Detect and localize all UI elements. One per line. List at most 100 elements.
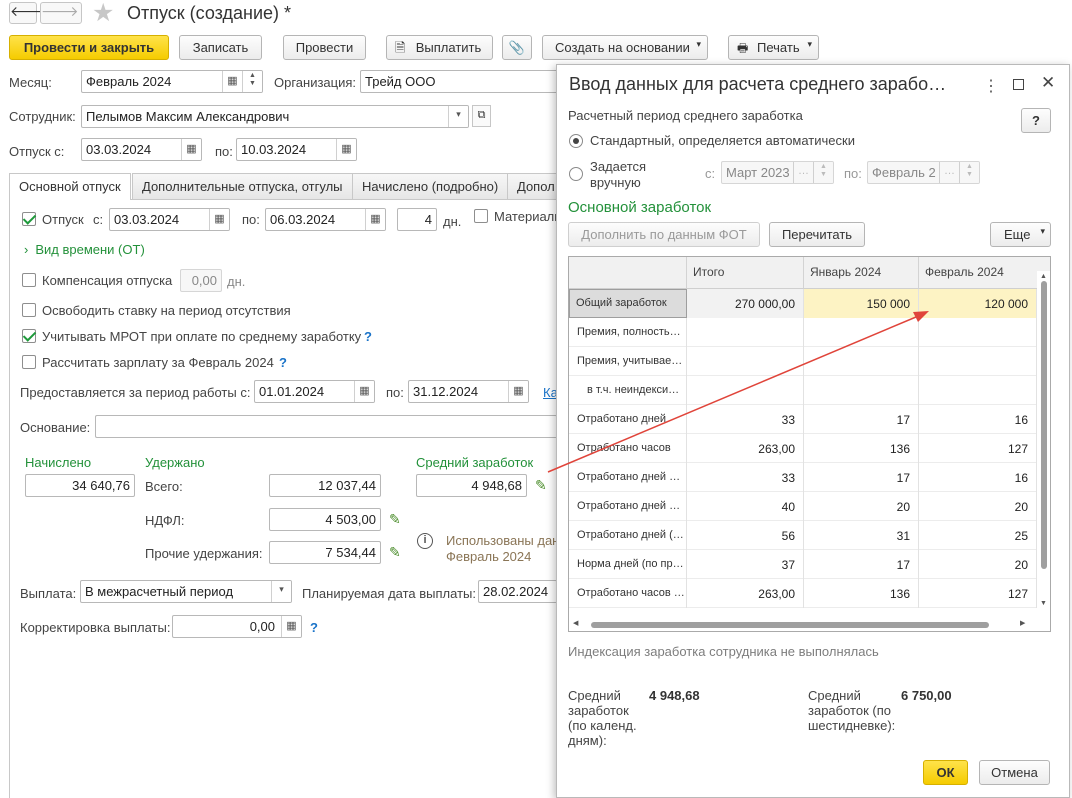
row-january-cell[interactable] bbox=[804, 376, 919, 405]
vertical-scrollbar-down-icon[interactable]: ▼ bbox=[1040, 600, 1047, 607]
row-february-cell[interactable]: 20 bbox=[919, 550, 1037, 579]
row-january-cell[interactable]: 17 bbox=[804, 405, 919, 434]
tab-additional-vacations[interactable]: Дополнительные отпуска, отгулы bbox=[132, 173, 353, 199]
calendar-icon[interactable]: ▦ bbox=[222, 71, 242, 92]
help-button[interactable]: ? bbox=[1021, 108, 1051, 133]
row-total-cell[interactable] bbox=[687, 318, 804, 347]
row-january-cell[interactable]: 31 bbox=[804, 521, 919, 550]
row-total-cell[interactable] bbox=[687, 347, 804, 376]
row-total-cell[interactable]: 33 bbox=[687, 463, 804, 492]
ok-button[interactable]: ОК bbox=[923, 760, 968, 785]
employee-field[interactable]: Пелымов Максим Александрович ▾ bbox=[81, 105, 469, 128]
dropdown-arrow-icon[interactable]: ▾ bbox=[271, 581, 291, 602]
basis-field[interactable] bbox=[95, 415, 557, 438]
vertical-scrollbar-up-icon[interactable]: ▲ bbox=[1040, 273, 1047, 280]
other-withholding-edit-icon[interactable]: ✎ bbox=[389, 544, 401, 561]
row-january-cell[interactable] bbox=[804, 318, 919, 347]
row-total-cell[interactable]: 40 bbox=[687, 492, 804, 521]
back-button[interactable]: 🡐 bbox=[9, 2, 48, 24]
table-row[interactable]: Отработано дней … 33 17 16 bbox=[569, 463, 1037, 492]
mrot-checkbox[interactable] bbox=[22, 329, 36, 343]
horizontal-scrollbar-left-icon[interactable]: ◀ bbox=[573, 619, 578, 627]
work-from-field[interactable]: 01.01.2024 ▦ bbox=[254, 380, 375, 403]
material-aid-checkbox[interactable] bbox=[474, 209, 488, 223]
ndfl-edit-icon[interactable]: ✎ bbox=[389, 511, 401, 528]
row-february-cell[interactable]: 127 bbox=[919, 579, 1037, 608]
spin-icon[interactable]: ▲ ▼ bbox=[242, 71, 262, 92]
create-based-on-button[interactable]: Создать на основании ▾ bbox=[542, 35, 708, 60]
dialog-menu-icon[interactable]: ⋮ bbox=[983, 76, 999, 96]
row-total-cell[interactable]: 263,00 bbox=[687, 579, 804, 608]
vacation-row-from-field[interactable]: 03.03.2024 ▦ bbox=[109, 208, 230, 231]
row-january-cell[interactable]: 17 bbox=[804, 463, 919, 492]
table-row[interactable]: Премия, учитывае… bbox=[569, 347, 1037, 376]
calendar-icon[interactable]: ▦ bbox=[209, 209, 229, 230]
compensation-checkbox[interactable] bbox=[22, 273, 36, 287]
reread-button[interactable]: Перечитать bbox=[769, 222, 865, 247]
horizontal-scrollbar-right-icon[interactable]: ▶ bbox=[1020, 619, 1025, 627]
cancel-button[interactable]: Отмена bbox=[979, 760, 1050, 785]
calendar-icon[interactable]: … bbox=[793, 162, 813, 183]
average-earnings-edit-icon[interactable]: ✎ bbox=[535, 477, 547, 494]
compensation-field[interactable]: 0,00 bbox=[180, 269, 222, 292]
vertical-scrollbar-thumb[interactable] bbox=[1041, 281, 1047, 569]
post-and-close-button[interactable]: Провести и закрыть bbox=[9, 35, 169, 60]
table-row[interactable]: Отработано часов … 263,00 136 127 bbox=[569, 579, 1037, 608]
row-january-cell[interactable]: 20 bbox=[804, 492, 919, 521]
planned-date-field[interactable]: 28.02.2024 bbox=[478, 580, 557, 603]
row-february-cell[interactable]: 16 bbox=[919, 405, 1037, 434]
free-rate-checkbox[interactable] bbox=[22, 303, 36, 317]
save-button[interactable]: Записать bbox=[179, 35, 262, 60]
row-january-cell[interactable]: 136 bbox=[804, 434, 919, 463]
table-row[interactable]: Отработано часов 263,00 136 127 bbox=[569, 434, 1037, 463]
row-february-cell[interactable]: 120 000 bbox=[919, 289, 1037, 318]
post-button[interactable]: Провести bbox=[283, 35, 366, 60]
row-february-cell[interactable] bbox=[919, 347, 1037, 376]
row-january-cell[interactable]: 150 000 bbox=[804, 289, 919, 318]
manual-period-radio[interactable] bbox=[569, 167, 583, 181]
row-february-cell[interactable]: 127 bbox=[919, 434, 1037, 463]
row-january-cell[interactable]: 17 bbox=[804, 550, 919, 579]
dialog-close-icon[interactable]: ✕ bbox=[1041, 73, 1055, 93]
calendar-icon[interactable]: ▦ bbox=[181, 139, 201, 160]
dialog-maximize-icon[interactable] bbox=[1013, 79, 1024, 90]
payment-select[interactable]: В межрасчетный период ▾ bbox=[80, 580, 292, 603]
row-total-cell[interactable] bbox=[687, 376, 804, 405]
vacation-days-field[interactable]: 4 bbox=[397, 208, 437, 231]
table-row[interactable]: Отработано дней … 40 20 20 bbox=[569, 492, 1037, 521]
pay-button[interactable]: 🗎 Выплатить bbox=[386, 35, 493, 60]
dropdown-arrow-icon[interactable]: ▾ bbox=[448, 106, 468, 127]
calendar-icon[interactable]: ▦ bbox=[508, 381, 528, 402]
row-total-cell[interactable]: 37 bbox=[687, 550, 804, 579]
spin-icon[interactable]: ▲ ▼ bbox=[959, 162, 979, 183]
table-row[interactable]: Отработано дней (… 56 31 25 bbox=[569, 521, 1037, 550]
star-icon[interactable]: ★ bbox=[92, 0, 114, 28]
calc-salary-help-icon[interactable]: ? bbox=[279, 355, 287, 370]
fill-from-payroll-button[interactable]: Дополнить по данным ФОТ bbox=[568, 222, 760, 247]
open-icon[interactable]: ⧉ bbox=[472, 105, 491, 127]
correction-field[interactable]: 0,00 ▦ bbox=[172, 615, 302, 638]
table-row[interactable]: Отработано дней 33 17 16 bbox=[569, 405, 1037, 434]
calendar-icon[interactable]: … bbox=[939, 162, 959, 183]
correction-help-icon[interactable]: ? bbox=[310, 620, 318, 635]
calc-salary-checkbox[interactable] bbox=[22, 355, 36, 369]
row-january-cell[interactable] bbox=[804, 347, 919, 376]
row-total-cell[interactable]: 56 bbox=[687, 521, 804, 550]
vacation-to-field[interactable]: 10.03.2024 ▦ bbox=[236, 138, 357, 161]
calculator-icon[interactable]: ▦ bbox=[281, 616, 301, 637]
row-total-cell[interactable]: 270 000,00 bbox=[687, 289, 804, 318]
tab-accrued-detailed[interactable]: Начислено (подробно) bbox=[352, 173, 509, 199]
spin-icon[interactable]: ▲ ▼ bbox=[813, 162, 833, 183]
time-type-link[interactable]: › Вид времени (ОТ) bbox=[24, 242, 145, 257]
calendar-icon[interactable]: ▦ bbox=[365, 209, 385, 230]
vacation-checkbox[interactable] bbox=[22, 212, 36, 226]
attach-button[interactable]: 📎 bbox=[502, 35, 532, 60]
work-to-field[interactable]: 31.12.2024 ▦ bbox=[408, 380, 529, 403]
row-total-cell[interactable]: 33 bbox=[687, 405, 804, 434]
table-row[interactable]: Норма дней (по пр… 37 17 20 bbox=[569, 550, 1037, 579]
tab-main-vacation[interactable]: Основной отпуск bbox=[9, 173, 131, 200]
standard-period-radio[interactable] bbox=[569, 134, 583, 148]
vacation-row-to-field[interactable]: 06.03.2024 ▦ bbox=[265, 208, 386, 231]
row-january-cell[interactable]: 136 bbox=[804, 579, 919, 608]
manual-to-field[interactable]: Февраль 2… ▲ ▼ bbox=[867, 161, 980, 184]
